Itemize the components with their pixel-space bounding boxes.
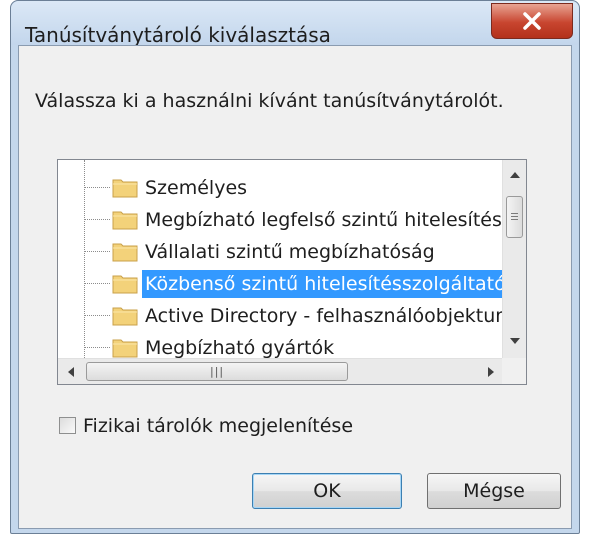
store-tree[interactable]: Személyes Megbízható legfelső szintű hit… bbox=[57, 159, 527, 385]
tree-item[interactable]: Vállalati szintű megbízhatóság bbox=[58, 236, 504, 268]
store-tree-rows: Személyes Megbízható legfelső szintű hit… bbox=[58, 160, 504, 358]
tree-item[interactable]: Megbízható gyártók bbox=[58, 332, 504, 358]
tree-connector bbox=[84, 315, 110, 316]
arrow-right-icon[interactable] bbox=[488, 367, 494, 377]
tree-item-label: Személyes bbox=[145, 177, 248, 199]
tree-item-label: Vállalati szintű megbízhatóság bbox=[145, 241, 435, 263]
folder-icon bbox=[112, 339, 138, 358]
scroll-grip bbox=[511, 216, 518, 217]
tree-connector bbox=[84, 219, 110, 220]
tree-item-selected[interactable]: Közbenső szintű hitelesítésszolgáltatók bbox=[58, 268, 504, 300]
dialog-body: Válassza ki a használni kívánt tanúsítvá… bbox=[18, 45, 572, 529]
dialog-window: Tanúsítványtároló kiválasztása Válassza … bbox=[10, 0, 580, 534]
folder-icon bbox=[112, 243, 138, 262]
instruction-text: Válassza ki a használni kívánt tanúsítvá… bbox=[35, 90, 504, 112]
vertical-scrollbar[interactable] bbox=[502, 160, 526, 358]
arrow-down-icon[interactable] bbox=[510, 338, 520, 344]
tree-connector bbox=[84, 251, 110, 252]
ok-button[interactable]: OK bbox=[252, 473, 402, 509]
tree-item[interactable]: Active Directory - felhasználóobjektum bbox=[58, 300, 504, 332]
scroll-grip: ||| bbox=[210, 365, 225, 378]
title-bar[interactable]: Tanúsítványtároló kiválasztása bbox=[11, 1, 579, 47]
folder-icon bbox=[112, 307, 138, 326]
folder-icon bbox=[112, 275, 138, 294]
close-button[interactable] bbox=[491, 3, 573, 39]
show-physical-stores-checkbox[interactable] bbox=[59, 417, 76, 434]
scroll-grip bbox=[511, 219, 518, 220]
window-title: Tanúsítványtároló kiválasztása bbox=[25, 23, 331, 47]
show-physical-stores-label[interactable]: Fizikai tárolók megjelenítése bbox=[83, 414, 353, 438]
folder-icon bbox=[112, 179, 138, 198]
horizontal-scroll-thumb[interactable]: ||| bbox=[86, 362, 348, 381]
tree-item-label: Active Directory - felhasználóobjektum bbox=[145, 305, 504, 327]
folder-icon bbox=[112, 211, 138, 230]
tree-item-label: Megbízható legfelső szintű hitelesítéssz… bbox=[145, 209, 504, 231]
scrollbar-corner bbox=[502, 358, 526, 384]
arrow-left-icon[interactable] bbox=[68, 367, 74, 377]
tree-item[interactable]: Személyes bbox=[58, 172, 504, 204]
vertical-scroll-thumb[interactable] bbox=[506, 196, 523, 238]
tree-item[interactable]: Megbízható legfelső szintű hitelesítéssz… bbox=[58, 204, 504, 236]
cancel-button[interactable]: Mégse bbox=[427, 473, 561, 509]
tree-item-label: Megbízható gyártók bbox=[145, 337, 335, 358]
close-icon bbox=[523, 12, 541, 30]
tree-connector bbox=[84, 347, 110, 348]
scroll-grip bbox=[511, 213, 518, 214]
tree-item-label: Közbenső szintű hitelesítésszolgáltatók bbox=[142, 270, 504, 298]
arrow-up-icon[interactable] bbox=[510, 172, 520, 178]
tree-connector bbox=[84, 283, 110, 284]
tree-connector bbox=[84, 187, 110, 188]
horizontal-scrollbar[interactable]: ||| bbox=[58, 358, 504, 384]
